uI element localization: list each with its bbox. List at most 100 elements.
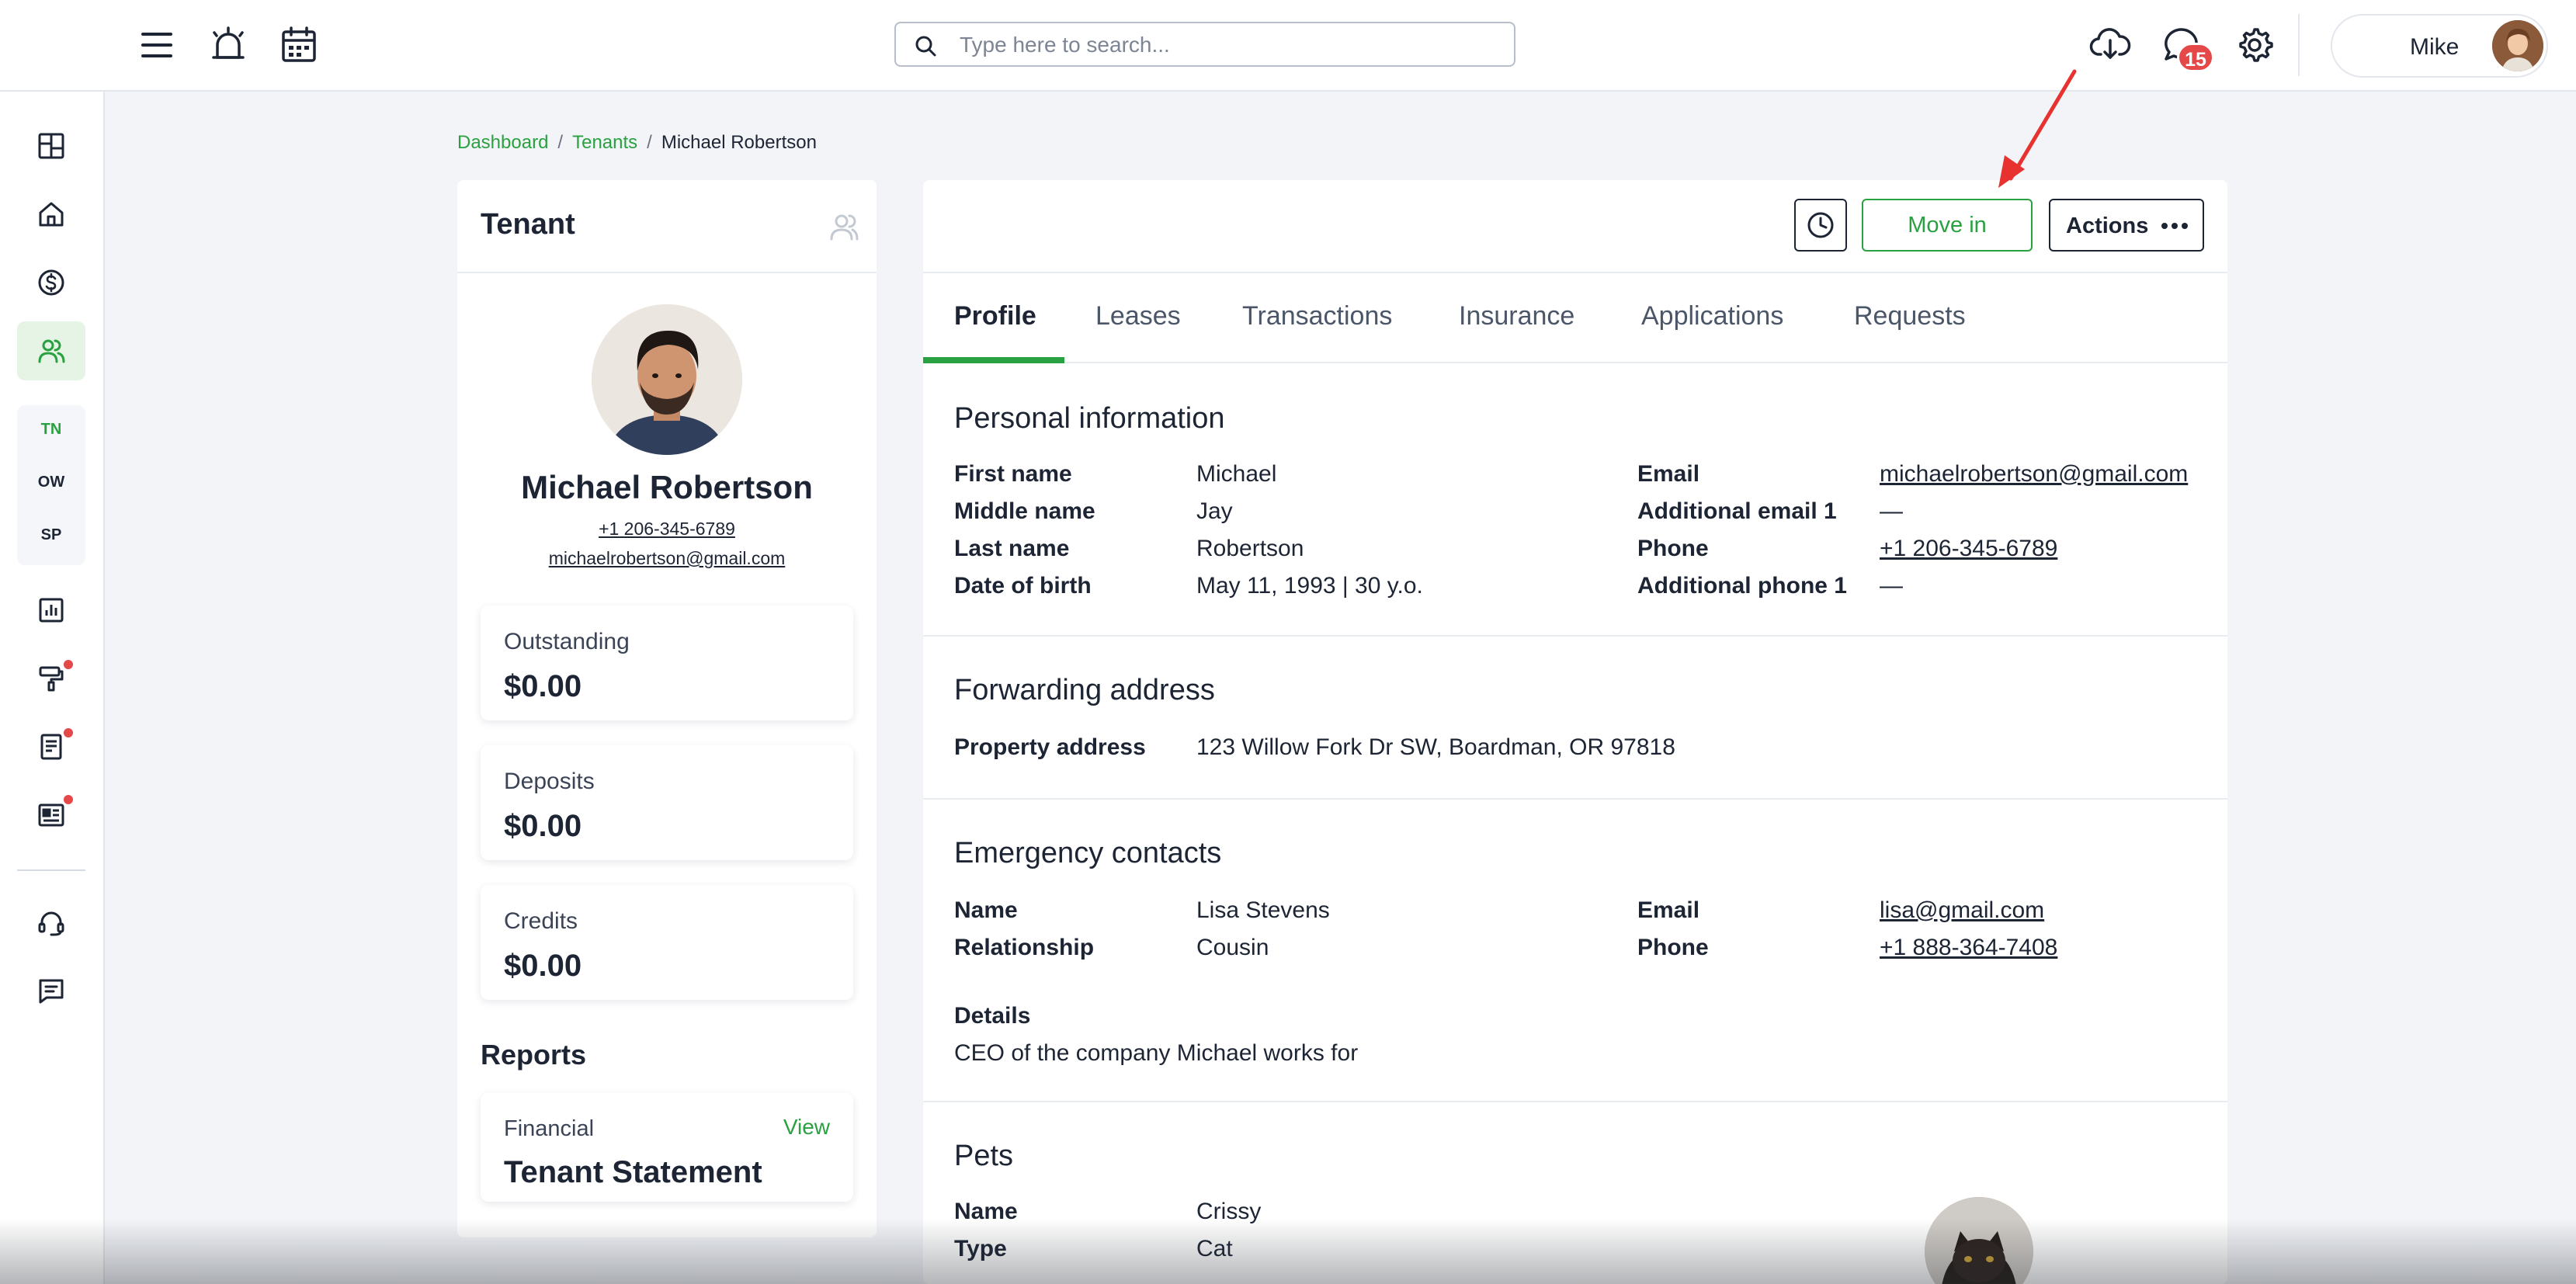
tab-profile[interactable]: Profile (954, 301, 1036, 331)
user-outline-icon (828, 211, 859, 242)
tenant-phone-link[interactable]: +1 206-345-6789 (457, 519, 877, 540)
field-value: — (1880, 498, 1903, 524)
field-label: Last name (954, 536, 1070, 561)
nav-accounting[interactable] (17, 253, 85, 312)
field-label: Email (1637, 461, 1700, 487)
people-submenu: TN OW SP (17, 405, 85, 565)
field-label: Email (1637, 897, 1700, 923)
field-label: Additional phone 1 (1637, 573, 1847, 599)
stat-label: Credits (504, 908, 578, 934)
tab-leases[interactable]: Leases (1095, 301, 1181, 331)
tenant-name: Michael Robertson (521, 469, 813, 505)
tenant-email-link[interactable]: michaelrobertson@gmail.com (457, 548, 877, 569)
section-title: Emergency contacts (954, 837, 1222, 869)
nav-reports[interactable] (17, 581, 85, 640)
breadcrumb-separator: / (647, 132, 652, 153)
emergency-phone-link[interactable]: +1 888-364-7408 (1880, 935, 2057, 961)
breadcrumb: Dashboard / Tenants / Michael Robertson (457, 132, 817, 154)
stat-value: $0.00 (504, 949, 582, 983)
tab-insurance[interactable]: Insurance (1459, 301, 1574, 331)
leasing-alert-dot (64, 728, 73, 737)
field-value: May 11, 1993 | 30 y.o. (1196, 573, 1423, 599)
field-value: Michael (1196, 461, 1277, 487)
menu-icon[interactable] (135, 23, 179, 67)
breadcrumb-tenants[interactable]: Tenants (572, 132, 637, 153)
nav-people[interactable] (17, 321, 85, 380)
field-value: Crissy (1196, 1199, 1262, 1224)
email-link[interactable]: michaelrobertson@gmail.com (1880, 461, 2188, 488)
field-value: 123 Willow Fork Dr SW, Boardman, OR 9781… (1196, 734, 1675, 760)
report-category: Financial (504, 1116, 595, 1141)
field-label: Phone (1637, 935, 1709, 960)
nav-divider (17, 869, 85, 871)
emergency-contacts-section: Emergency contacts Name Lisa Stevens Rel… (923, 800, 2227, 1282)
report-view-link[interactable]: View (783, 1115, 830, 1140)
tenant-details-panel: Move in Actions Profile Leases Transacti… (923, 180, 2227, 1284)
user-menu[interactable]: Mike (2331, 14, 2548, 78)
field-label: Additional email 1 (1637, 498, 1837, 524)
paint-roller-icon (39, 666, 64, 692)
dollar-circle-icon (38, 269, 64, 296)
nav-feedback[interactable] (17, 962, 85, 1021)
cloud-download-icon[interactable] (2088, 23, 2132, 67)
deposits-box: Deposits $0.00 (481, 745, 853, 860)
search-icon (913, 33, 938, 58)
history-button[interactable] (1794, 199, 1847, 252)
personal-information-section: Personal information First name Michael … (923, 363, 2227, 637)
calendar-icon[interactable] (277, 23, 321, 67)
nav-listings[interactable] (17, 786, 85, 845)
field-label: Phone (1637, 536, 1709, 561)
nav-sub-tenants[interactable]: TN (17, 421, 85, 439)
search-input[interactable] (958, 29, 1505, 61)
nav-sub-service-pros[interactable]: SP (17, 526, 85, 544)
nav-dashboard[interactable] (17, 116, 85, 175)
nav-maintenance[interactable] (17, 649, 85, 708)
left-nav: TN OW SP (0, 92, 105, 1284)
section-title: Forwarding address (954, 674, 1215, 706)
field-value: Cat (1196, 1236, 1233, 1261)
field-value: — (1880, 573, 1903, 599)
tenant-card-title: Tenant (481, 208, 575, 241)
stat-label: Deposits (504, 769, 595, 794)
settings-gear-icon[interactable] (2233, 23, 2276, 67)
people-icon (38, 339, 65, 363)
listing-icon (38, 803, 64, 827)
tabs: Profile Leases Transactions Insurance Ap… (923, 272, 2227, 363)
field-label: Details (954, 1003, 1031, 1029)
user-avatar (2492, 20, 2543, 71)
outstanding-balance-box: Outstanding $0.00 (481, 606, 853, 720)
field-label: Type (954, 1236, 1007, 1261)
section-title: Pets (954, 1140, 1014, 1172)
search-box[interactable] (894, 22, 1515, 67)
emergency-email-link[interactable]: lisa@gmail.com (1880, 897, 2044, 924)
breadcrumb-dashboard[interactable]: Dashboard (457, 132, 548, 153)
alarm-icon[interactable] (207, 23, 250, 67)
tenant-card: Tenant Michael Robertson +1 206-345-6789… (457, 180, 877, 1237)
tenant-avatar (592, 304, 742, 455)
move-in-button[interactable]: Move in (1862, 199, 2033, 252)
report-card: Financial View Tenant Statement (481, 1093, 853, 1202)
field-label: Name (954, 897, 1018, 923)
clock-icon (1807, 212, 1834, 238)
stat-value: $0.00 (504, 809, 582, 843)
field-value: Cousin (1196, 935, 1269, 960)
actions-menu-button[interactable]: Actions (2049, 199, 2204, 252)
report-name: Tenant Statement (504, 1155, 762, 1189)
tab-requests[interactable]: Requests (1854, 301, 1966, 331)
field-label: First name (954, 461, 1072, 487)
stat-value: $0.00 (504, 669, 582, 703)
field-value: Robertson (1196, 536, 1304, 561)
tab-applications[interactable]: Applications (1641, 301, 1783, 331)
nav-sub-owners[interactable]: OW (17, 474, 85, 491)
field-label: Property address (954, 734, 1146, 760)
field-value: Jay (1196, 498, 1233, 524)
topbar-divider (2298, 14, 2300, 76)
listings-alert-dot (64, 795, 73, 804)
field-value: Lisa Stevens (1196, 897, 1330, 923)
active-tab-indicator (923, 357, 1064, 363)
nav-properties[interactable] (17, 185, 85, 244)
tab-transactions[interactable]: Transactions (1242, 301, 1392, 331)
nav-support[interactable] (17, 894, 85, 953)
phone-link[interactable]: +1 206-345-6789 (1880, 536, 2057, 562)
nav-leasing[interactable] (17, 717, 85, 776)
